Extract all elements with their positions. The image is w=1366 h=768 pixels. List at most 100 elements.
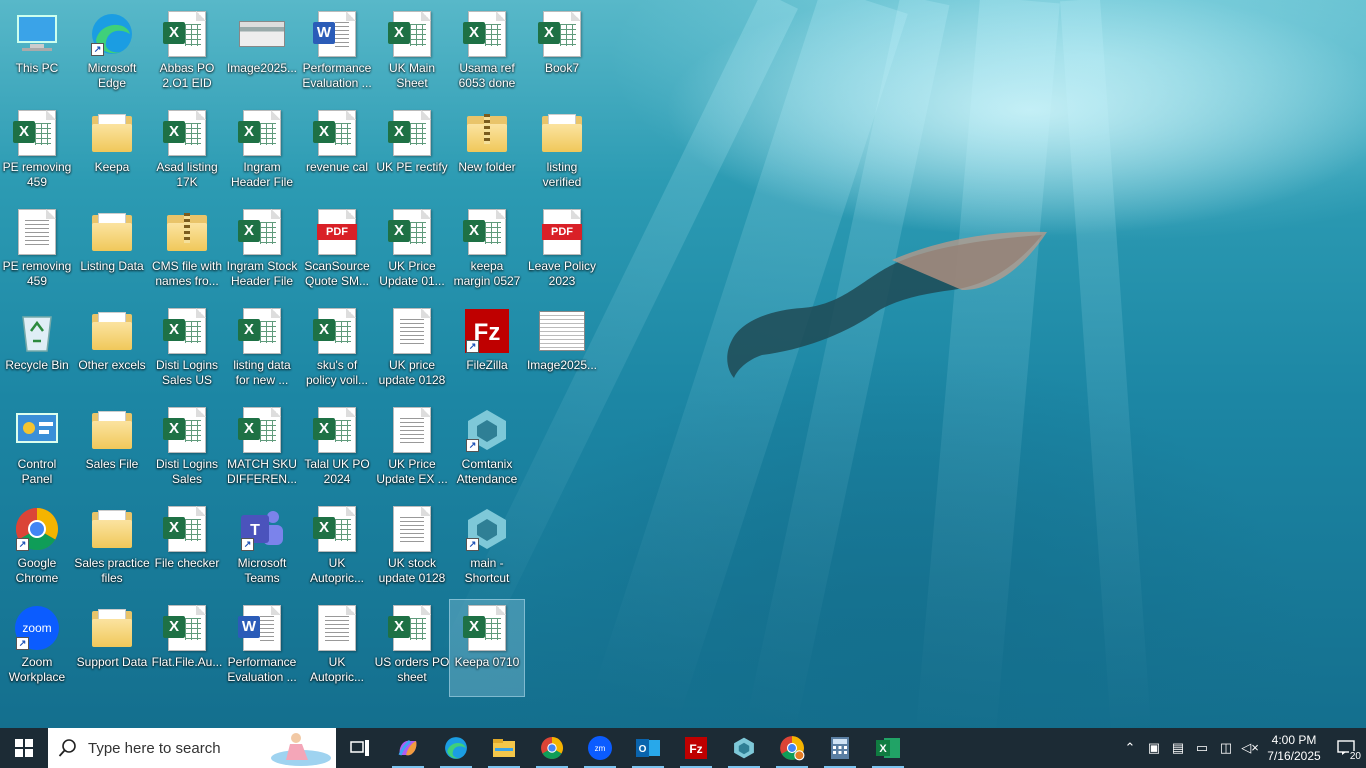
desktop-icon-support-data[interactable]: Support Data — [75, 600, 149, 696]
desktop-icon-label: Performance Evaluation ... — [302, 61, 372, 90]
desktop-icon-label: PE removing 459 — [2, 160, 72, 189]
taskbar-file-explorer-button[interactable] — [480, 728, 528, 768]
taskbar-task-view-button[interactable] — [336, 728, 384, 768]
desktop-icon-recycle-bin[interactable]: Recycle Bin — [0, 303, 74, 399]
desktop-icon-label: listing data for new ... — [233, 358, 291, 387]
desktop-icon-image2025[interactable]: Image2025... — [525, 303, 599, 399]
desktop-icon-disti-logins-sales-us[interactable]: X Disti Logins Sales US — [150, 303, 224, 399]
desktop-icon-new-folder[interactable]: New folder — [450, 105, 524, 201]
desktop-icon-other-excels[interactable]: Other excels — [75, 303, 149, 399]
desktop-icon-ingram-header-file[interactable]: X Ingram Header File — [225, 105, 299, 201]
network-icon[interactable]: ◫ — [1214, 728, 1238, 768]
desktop-icon-asad-listing-17k[interactable]: X Asad listing 17K — [150, 105, 224, 201]
desktop-icon-file-checker[interactable]: X File checker — [150, 501, 224, 597]
desktop-icon-uk-stock-update-0128[interactable]: UK stock update 0128 — [375, 501, 449, 597]
taskbar-filezilla-button[interactable]: Fz — [672, 728, 720, 768]
desktop-icon-disti-logins-sales[interactable]: X Disti Logins Sales — [150, 402, 224, 498]
desktop-icon-pe-removing-459[interactable]: X PE removing 459 — [0, 105, 74, 201]
desktop-icon-listing-data-for-new[interactable]: Xlisting data for new ... — [225, 303, 299, 399]
desktop-icon-listing-verified[interactable]: listing verified — [525, 105, 599, 201]
taskbar-edge-button[interactable] — [432, 728, 480, 768]
desktop-icon-leave-policy-2023[interactable]: PDF Leave Policy 2023 — [525, 204, 599, 300]
clock-date: 7/16/2025 — [1267, 749, 1321, 763]
screen-icon[interactable]: ▤ — [1166, 728, 1190, 768]
excel-icon: X — [388, 10, 435, 58]
desktop-icon-uk-autopric[interactable]: UK Autopric... — [300, 600, 374, 696]
desktop-icon-comtanix-attendance[interactable]: ↗ Comtanix Attendance — [450, 402, 524, 498]
desktop-icon-scansource-quote-sm[interactable]: PDF ScanSource Quote SM... — [300, 204, 374, 300]
meet-now-icon[interactable]: ▣ — [1142, 728, 1166, 768]
desktop-icon-uk-price-update-01[interactable]: X UK Price Update 01... — [375, 204, 449, 300]
folder-icon — [89, 406, 135, 454]
taskbar-chrome-button[interactable] — [528, 728, 576, 768]
desktop-icon-label: UK Price Update 01... — [379, 259, 445, 288]
desktop-icon-uk-autopric[interactable]: X UK Autopric... — [300, 501, 374, 597]
diver-silhouette — [727, 231, 1047, 378]
desktop-icon-label: Control Panel — [17, 457, 57, 486]
desktop-icon-match-sku-differen[interactable]: X MATCH SKU DIFFEREN... — [225, 402, 299, 498]
desktop-icon-sales-practice-files[interactable]: Sales practice files — [74, 501, 150, 597]
desktop-icon-keepa-0710[interactable]: X Keepa 0710 — [449, 599, 525, 697]
filezilla-icon: Fz ↗ — [464, 307, 510, 355]
desktop-icon-microsoft-edge[interactable]: ↗ Microsoft Edge — [75, 6, 149, 102]
desktop-icon-this-pc[interactable]: This PC — [0, 6, 74, 102]
desktop-icon-image2025[interactable]: Image2025... — [225, 6, 299, 102]
taskbar-chrome-profile-button[interactable] — [768, 728, 816, 768]
desktop-icon-listing-data[interactable]: Listing Data — [75, 204, 149, 300]
desktop-icon-pe-removing-459[interactable]: PE removing 459 — [0, 204, 74, 300]
search-box[interactable]: Type here to search — [48, 728, 336, 768]
outlook-icon: O — [635, 736, 661, 760]
battery-icon[interactable]: ▭ — [1190, 728, 1214, 768]
chevron-up-icon[interactable]: ⌃ — [1118, 728, 1142, 768]
desktop-icon-keepa[interactable]: Keepa — [75, 105, 149, 201]
desktop-icon-revenue-cal[interactable]: Xrevenue cal — [300, 105, 374, 201]
desktop-icon-usama-ref-6053-done[interactable]: X Usama ref 6053 done — [450, 6, 524, 102]
desktop-icon-uk-pe-rectify[interactable]: X UK PE rectify — [375, 105, 449, 201]
desktop-icon-abbas-po-2-o1-eid[interactable]: X Abbas PO 2.O1 EID — [150, 6, 224, 102]
start-button[interactable] — [0, 728, 48, 768]
desktop-icon-uk-price-update-ex[interactable]: UK Price Update EX ... — [375, 402, 449, 498]
pdf-icon: PDF — [539, 208, 585, 256]
taskbar-excel-button[interactable]: X — [864, 728, 912, 768]
desktop-icon-uk-price-update-0128[interactable]: UK price update 0128 — [375, 303, 449, 399]
pc-icon — [14, 10, 60, 58]
desktop-icon-sku-s-of-policy-voil[interactable]: Xsku's of policy voil... — [300, 303, 374, 399]
notification-center-icon[interactable]: 20 — [1326, 728, 1366, 768]
comtanix-icon — [732, 736, 756, 760]
clock-time: 4:00 PM — [1271, 733, 1317, 747]
desktop-icon-label: US orders PO sheet — [374, 655, 450, 684]
svg-text:zm: zm — [595, 744, 606, 753]
excel-icon: X — [238, 406, 285, 454]
taskbar-outlook-button[interactable]: O — [624, 728, 672, 768]
excel-icon: X — [163, 505, 210, 553]
taskbar-comtanix-button[interactable] — [720, 728, 768, 768]
taskbar-calculator-button[interactable] — [816, 728, 864, 768]
clock[interactable]: 4:00 PM 7/16/2025 — [1262, 732, 1326, 764]
taskbar-zoom-button[interactable]: zm — [576, 728, 624, 768]
desktop-icon-ingram-stock-header-file[interactable]: X Ingram Stock Header File — [225, 204, 299, 300]
desktop-icon-label: Zoom Workplace — [8, 655, 66, 684]
desktop-icon-uk-main-sheet[interactable]: X UK Main Sheet — [375, 6, 449, 102]
desktop-icon-sales-file[interactable]: Sales File — [75, 402, 149, 498]
desktop-icon-google-chrome[interactable]: ↗ Google Chrome — [0, 501, 74, 597]
desktop-icon-flat-file-au[interactable]: X Flat.File.Au... — [150, 600, 224, 696]
shortcut-arrow-icon: ↗ — [466, 439, 479, 452]
desktop-icon-label: Support Data — [76, 655, 148, 669]
taskbar-copilot-button[interactable] — [384, 728, 432, 768]
desktop-icon-filezilla[interactable]: Fz ↗ FileZilla — [450, 303, 524, 399]
desktop-icon-label: MATCH SKU DIFFEREN... — [226, 457, 297, 486]
desktop-icon-cms-file-with-names-fro[interactable]: CMS file with names fro... — [150, 204, 224, 300]
volume-muted-icon[interactable]: ◁× — [1238, 728, 1262, 768]
desktop-icon-us-orders-po-sheet[interactable]: X US orders PO sheet — [375, 600, 449, 696]
desktop-icon-keepa-margin-0527[interactable]: Xkeepa margin 0527 — [450, 204, 524, 300]
desktop-icon-talal-uk-po-2024[interactable]: X Talal UK PO 2024 — [300, 402, 374, 498]
text-icon — [389, 307, 435, 355]
excel-icon: X — [238, 109, 285, 157]
desktop-icon-performance-evaluation[interactable]: W Performance Evaluation ... — [300, 6, 374, 102]
desktop-icon-zoom-workplace[interactable]: zoom ↗ Zoom Workplace — [0, 600, 74, 696]
desktop-icon-book7[interactable]: X Book7 — [525, 6, 599, 102]
desktop-icon-microsoft-teams[interactable]: T ↗ Microsoft Teams — [225, 501, 299, 597]
desktop-icon-control-panel[interactable]: Control Panel — [0, 402, 74, 498]
desktop-icon-main-shortcut[interactable]: ↗ main - Shortcut — [450, 501, 524, 597]
desktop-icon-performance-evaluation[interactable]: W Performance Evaluation ... — [225, 600, 299, 696]
